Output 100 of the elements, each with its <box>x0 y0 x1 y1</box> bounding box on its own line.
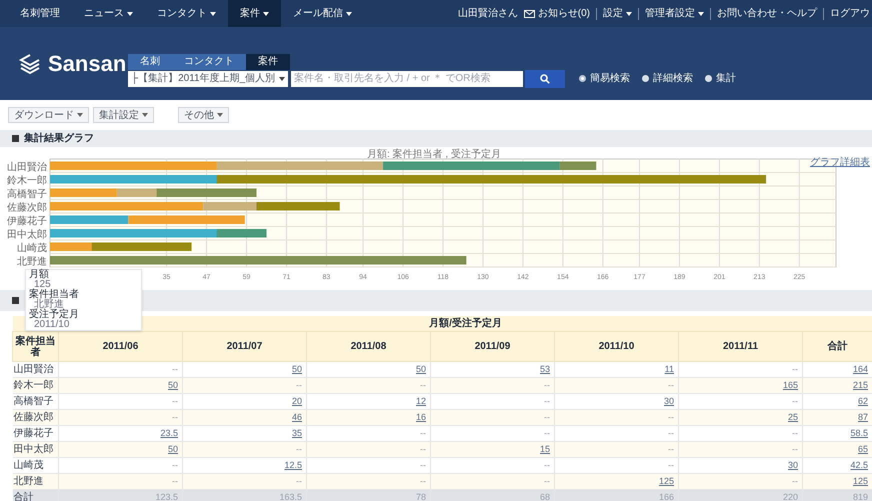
logo-text: Sansan <box>48 50 126 78</box>
nav-menu-item[interactable]: コンタクト <box>145 0 228 27</box>
nav-menu-item[interactable]: 案件 <box>228 0 281 27</box>
axis-category-label: 北野進 <box>17 256 47 268</box>
axis-category-label: 山田賢治 <box>7 162 47 173</box>
search-mode-radio[interactable]: 詳細検索 <box>642 71 693 86</box>
value-link[interactable]: 215 <box>853 380 868 390</box>
caret-icon <box>142 113 148 117</box>
row-name: 山崎茂 <box>14 460 44 471</box>
value-link[interactable]: 12.5 <box>284 460 302 470</box>
value-link[interactable]: 50 <box>168 380 178 390</box>
tooltip-label: 受注予定月 <box>29 310 80 320</box>
table-cell: -- <box>172 364 178 374</box>
value-link[interactable]: 23.5 <box>160 428 178 438</box>
graph-detail-link[interactable]: グラフ詳細表 <box>810 155 870 170</box>
table-cell: -- <box>420 428 426 438</box>
table-cell: 819 <box>853 492 868 501</box>
tooltip-label: 案件担当者 <box>29 290 80 300</box>
table-cell: 123.5 <box>155 492 178 501</box>
value-link[interactable]: 87 <box>858 412 868 422</box>
nav-menu-item[interactable]: ニュース <box>72 0 145 27</box>
row-name: 北野進 <box>14 476 44 487</box>
value-link[interactable]: 35 <box>292 428 302 438</box>
value-link[interactable]: 125 <box>658 476 674 486</box>
table-cell: -- <box>544 428 550 438</box>
table-cell: -- <box>544 460 550 470</box>
value-link[interactable]: 30 <box>664 396 674 406</box>
axis-category-label: 田中太郎 <box>7 229 47 240</box>
table-cell: -- <box>544 396 550 406</box>
envelope-icon <box>524 10 535 18</box>
value-link[interactable]: 125 <box>853 476 868 486</box>
saved-search-dropdown[interactable]: ├【集計】2011年度上期_個人別 <box>128 70 288 86</box>
header-link[interactable]: お問い合わせ・ヘルプ <box>717 6 817 21</box>
tooltip-value: 北野進 <box>34 300 64 310</box>
search-mode-radio[interactable]: 集計 <box>705 71 736 86</box>
table-cell: -- <box>792 364 798 374</box>
chart-title: 月額: 案件担当者 , 受注予定月 <box>367 149 501 160</box>
value-link[interactable]: 46 <box>292 412 302 422</box>
row-name: 山田賢治 <box>14 364 54 375</box>
value-link[interactable]: 16 <box>416 412 426 422</box>
value-link[interactable]: 50 <box>292 364 302 374</box>
tooltip-value: 125 <box>34 280 51 290</box>
header-link[interactable]: 管理者設定 <box>645 6 704 21</box>
collapse-icon[interactable] <box>12 135 19 142</box>
table-cell: -- <box>792 428 798 438</box>
search-tab[interactable]: 案件 <box>246 54 290 70</box>
table-cell: -- <box>544 380 550 390</box>
value-link[interactable]: 25 <box>788 412 798 422</box>
search-mode-radio[interactable]: 簡易検索 <box>579 71 630 86</box>
row-name: 高橋智子 <box>14 396 54 407</box>
header-link[interactable]: ログアウ <box>830 6 870 21</box>
section-title: 集計結果グラフ <box>24 132 94 146</box>
search-button[interactable] <box>525 70 565 88</box>
notices-link[interactable]: お知らせ(0) <box>524 6 590 21</box>
table-cell: -- <box>668 444 674 454</box>
row-name: 鈴木一郎 <box>14 380 54 391</box>
value-link[interactable]: 50 <box>168 444 178 454</box>
value-link[interactable]: 12 <box>416 396 426 406</box>
axis-category-label: 高橋智子 <box>7 188 47 200</box>
table-cell: -- <box>172 412 178 422</box>
value-link[interactable]: 53 <box>540 364 550 374</box>
caret-icon <box>279 76 285 80</box>
nav-menu-item[interactable]: 名刺管理 <box>8 0 72 27</box>
value-link[interactable]: 164 <box>853 364 868 374</box>
table-cell: -- <box>296 476 302 486</box>
value-link[interactable]: 11 <box>664 364 674 374</box>
table-cell: -- <box>420 476 426 486</box>
table-cell: -- <box>792 444 798 454</box>
header-link[interactable]: 設定 <box>603 6 632 21</box>
collapse-icon[interactable] <box>12 297 19 304</box>
table-cell: 220 <box>782 492 798 501</box>
nav-menu-item[interactable]: メール配信 <box>281 0 364 27</box>
search-field[interactable]: 案件名・取引先名を入力 / + or ＊ でOR検索 <box>291 70 523 86</box>
value-link[interactable]: 165 <box>782 380 798 390</box>
value-link[interactable]: 42.5 <box>850 460 868 470</box>
caret-icon <box>77 113 83 117</box>
toolbar-dropdown-button[interactable]: ダウンロード <box>8 107 89 123</box>
toolbar-dropdown-button[interactable]: その他 <box>178 107 229 123</box>
value-link[interactable]: 65 <box>858 444 868 454</box>
value-link[interactable]: 20 <box>292 396 302 406</box>
value-link[interactable]: 30 <box>788 460 798 470</box>
logo-icon <box>18 52 42 74</box>
column-header: 2011/06 <box>58 332 182 362</box>
value-link[interactable]: 15 <box>540 444 550 454</box>
value-link[interactable]: 50 <box>416 364 426 374</box>
value-link[interactable]: 58.5 <box>850 428 868 438</box>
table-cell: -- <box>420 380 426 390</box>
search-tab[interactable]: 名刺 <box>128 54 172 70</box>
table-cell: -- <box>668 380 674 390</box>
toolbar-dropdown-button[interactable]: 集計設定 <box>93 107 154 123</box>
table-cell: 163.5 <box>279 492 302 501</box>
table-cell: -- <box>420 460 426 470</box>
row-name: 伊藤花子 <box>14 428 54 439</box>
axis-category-label: 伊藤花子 <box>7 216 47 227</box>
value-link[interactable]: 62 <box>858 396 868 406</box>
search-tab[interactable]: コンタクト <box>172 54 246 70</box>
table-cell: -- <box>172 460 178 470</box>
table-cell: -- <box>544 412 550 422</box>
search-icon <box>540 74 550 84</box>
table-cell: -- <box>668 460 674 470</box>
